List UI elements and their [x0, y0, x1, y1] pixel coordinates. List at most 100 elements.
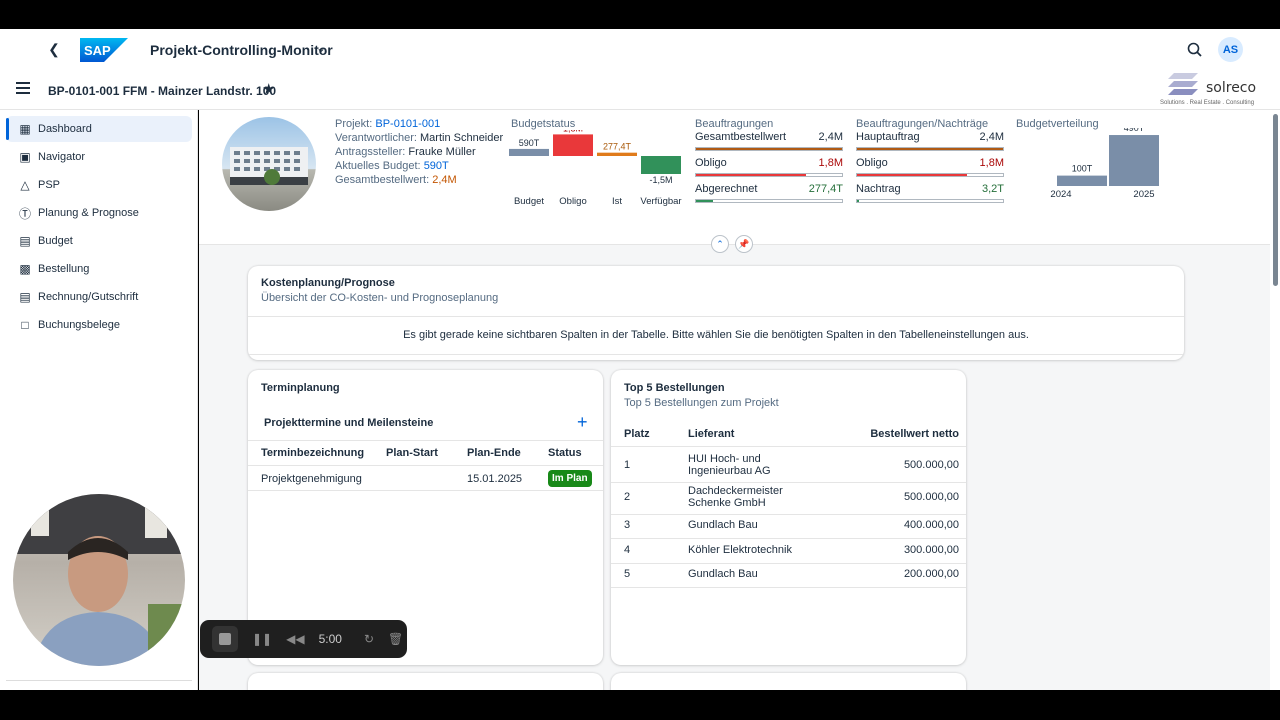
nachtraege-label: Obligo	[856, 157, 888, 169]
app-title[interactable]: Projekt-Controlling-Monitor	[150, 42, 333, 58]
project-label: Projekt:	[335, 118, 373, 130]
svg-text:SAP: SAP	[84, 43, 111, 58]
trash-icon[interactable]: 🗑	[388, 632, 403, 646]
recording-time: 5:00	[318, 632, 342, 646]
kostenplanung-title: Kostenplanung/Prognose	[261, 277, 395, 289]
nachtraege-bar-fill	[857, 200, 860, 202]
avatar[interactable]: AS	[1218, 37, 1243, 62]
order-supplier[interactable]: Köhler Elektrotechnik	[688, 544, 792, 556]
search-icon[interactable]	[1186, 41, 1204, 59]
order-supplier[interactable]: Gundlach Bau	[688, 519, 758, 531]
rewind-icon[interactable]: ◀◀	[286, 632, 304, 646]
menu-icon[interactable]	[16, 82, 30, 94]
milestone-end: 15.01.2025	[467, 473, 523, 485]
top5-card: Top 5 Bestellungen Top 5 Bestellungen zu…	[611, 370, 966, 665]
nachtraege-value: 2,4M	[979, 131, 1004, 143]
column-header[interactable]: Terminbezeichnung	[261, 447, 364, 459]
divider	[611, 446, 966, 447]
order-supplier[interactable]: Gundlach Bau	[688, 568, 758, 580]
triangle-icon: △	[20, 178, 30, 192]
divider	[611, 587, 966, 588]
project-photo	[222, 117, 316, 211]
applicant-field: Antragssteller: Frauke Müller	[335, 146, 476, 158]
kostenplanung-subtitle: Übersicht der CO-Kosten- und Prognosepla…	[261, 292, 499, 304]
top5-title: Top 5 Bestellungen	[624, 382, 725, 394]
webcam-overlay	[13, 494, 185, 666]
beauftragungen-label: Gesamtbestellwert	[695, 131, 787, 143]
object-header-bar: BP-0101-001 FFM - Mainzer Landstr. 100 ★…	[0, 70, 1280, 110]
status-badge: Im Plan	[548, 470, 592, 487]
column-header[interactable]: Bestellwert netto	[870, 428, 959, 440]
stop-icon[interactable]	[212, 626, 238, 652]
responsible-label: Verantwortlicher:	[335, 132, 417, 144]
budgetstatus-title: Budgetstatus	[511, 118, 576, 130]
divider	[248, 465, 603, 466]
beauftragungen-label: Abgerechnet	[695, 183, 758, 195]
budget-value[interactable]: 590T	[424, 160, 449, 172]
divider	[611, 482, 966, 483]
solreco-mark-icon	[1168, 73, 1198, 95]
add-icon[interactable]: +	[577, 412, 588, 433]
beauftragungen-title: Beauftragungen	[695, 118, 774, 130]
nachtraege-label: Nachtrag	[856, 183, 901, 195]
calendar-icon: ▣	[19, 150, 31, 164]
budgetverteilung-chart: 100T 2024 490T 2025	[1050, 128, 1159, 200]
budgetverteilung-bar	[1109, 135, 1159, 186]
collapse-header-icon[interactable]: ⌃	[711, 235, 729, 253]
sidebar-item-navigator[interactable]: ▣ Navigator	[6, 144, 192, 170]
divider	[248, 440, 603, 441]
beauftragungen-value: 277,4T	[808, 183, 843, 195]
project-link[interactable]: BP-0101-001	[375, 118, 440, 130]
nachtraege-title: Beauftragungen/Nachträge	[856, 118, 989, 130]
budgetstatus-category-label: Ist	[612, 196, 622, 207]
sidebar-item-label: Bestellung	[38, 263, 90, 275]
restart-icon[interactable]: ↻	[364, 632, 374, 646]
order-rank: 4	[624, 543, 631, 556]
budgetverteilung-category-label: 2024	[1050, 189, 1071, 200]
star-icon[interactable]: ★	[262, 80, 275, 98]
empty-table-message: Es gibt gerade keine sichtbaren Spalten …	[403, 329, 1029, 341]
beauftragungen-bar	[695, 199, 843, 203]
terminplanung-title: Terminplanung	[261, 382, 340, 394]
sidebar-item-buchungsbelege[interactable]: □ Buchungsbelege	[6, 312, 192, 338]
column-header[interactable]: Status	[548, 447, 582, 459]
nachtraege-bar-fill	[857, 174, 967, 176]
nachtraege-row: Hauptauftrag 2,4M	[856, 131, 1004, 153]
nachtraege-label: Hauptauftrag	[856, 131, 920, 143]
sidebar-item-planung[interactable]: Ⓣ Planung & Prognose	[6, 200, 192, 226]
budgetstatus-category-label: Budget	[514, 196, 544, 207]
order-value: 300.000,00	[903, 543, 959, 556]
nachtraege-bar-fill	[857, 148, 1003, 150]
sidebar-item-label: Budget	[38, 235, 73, 247]
main-content: Projekt: BP-0101-001 Verantwortlicher: M…	[199, 110, 1270, 690]
budgetstatus-chart: 590T Budget 1,8M Obligo 277,4T Ist -1,5M Verfüg…	[509, 130, 682, 207]
column-header[interactable]: Platz	[624, 428, 650, 440]
column-header[interactable]: Lieferant	[688, 428, 734, 440]
order-supplier[interactable]: Dachdeckermeister Schenke GmbH	[688, 485, 783, 509]
sidebar-item-bestellung[interactable]: ▩ Bestellung	[6, 256, 192, 282]
vertical-scrollbar[interactable]	[1270, 110, 1280, 690]
column-header[interactable]: Plan-Ende	[467, 447, 521, 459]
beauftragungen-label: Obligo	[695, 157, 727, 169]
sidebar-item-rechnung[interactable]: ▤ Rechnung/Gutschrift	[6, 284, 192, 310]
order-supplier[interactable]: HUI Hoch- und Ingenieurbau AG	[688, 453, 771, 477]
chevron-down-icon[interactable]: ⌄	[316, 41, 326, 55]
column-header[interactable]: Plan-Start	[386, 447, 438, 459]
back-icon[interactable]: ❮	[44, 39, 64, 59]
sidebar-item-budget[interactable]: ▤ Budget	[6, 228, 192, 254]
risiken-card	[611, 673, 966, 690]
order-icon: ▩	[19, 262, 31, 276]
beauftragungen-row: Abgerechnet 277,4T	[695, 183, 843, 205]
sap-logo[interactable]: SAP	[80, 38, 128, 62]
budgetverteilung-bar	[1057, 175, 1107, 186]
budgetstatus-value-label: 590T	[519, 138, 540, 148]
sidebar-item-psp[interactable]: △ PSP	[6, 172, 192, 198]
order-value: 2,4M	[432, 174, 457, 186]
presenter-image	[13, 494, 185, 666]
sidebar-item-dashboard[interactable]: ▦ Dashboard	[6, 116, 192, 142]
pin-header-icon[interactable]: 📌	[735, 235, 753, 253]
milestone-name[interactable]: Projektgenehmigung	[261, 473, 362, 485]
nachtraege-bar	[856, 147, 1004, 151]
currency-icon: Ⓣ	[18, 206, 31, 221]
pause-icon[interactable]: ❚❚	[252, 632, 272, 646]
